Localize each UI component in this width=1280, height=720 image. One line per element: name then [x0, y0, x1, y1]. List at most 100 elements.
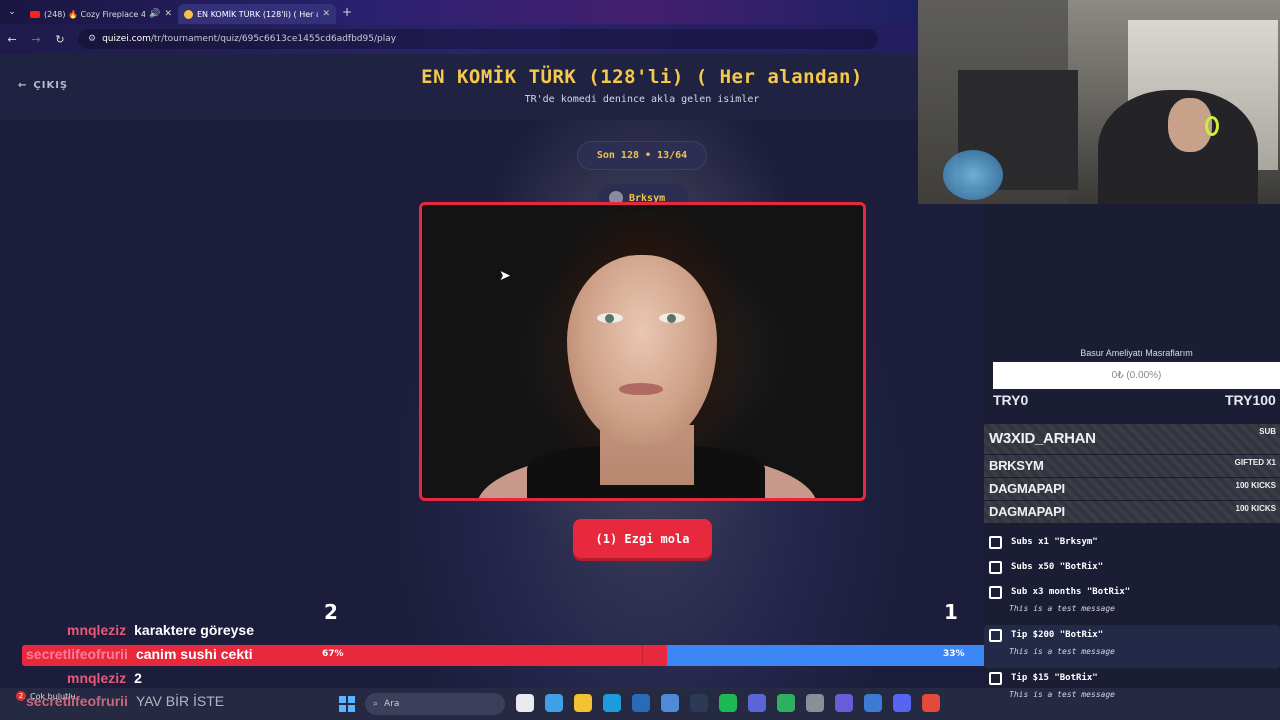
spotify-icon[interactable]	[719, 694, 737, 712]
chat-text: canim sushi cekti	[135, 646, 253, 662]
vote-right-percent: 33%	[943, 649, 965, 659]
event-user: DAGMAPAPI	[989, 504, 1065, 519]
speaker-icon[interactable]: 🔊	[149, 9, 160, 19]
event-row: W3XID_ARHAN SUB	[984, 424, 1280, 454]
webcam-feed	[918, 0, 1280, 204]
candidate-name-button[interactable]: (1) Ezgi mola	[573, 519, 712, 558]
youtube-icon	[30, 10, 40, 18]
app-icon[interactable]	[864, 694, 882, 712]
alert-item: Tip $15 "BotRix" This is a test message	[984, 668, 1280, 711]
goal-progress-bar: 0₺ (0.00%)	[993, 362, 1280, 389]
event-user: W3XID_ARHAN	[989, 430, 1096, 447]
chrome-icon[interactable]	[922, 694, 940, 712]
score-left: 2	[324, 600, 338, 624]
alert-title: Subs x1 "Brksym"	[1011, 537, 1098, 547]
tab-quizei[interactable]: EN KOMİK TÜRK (128'li) ( Her a ✕	[178, 4, 336, 24]
gift-icon	[989, 561, 1002, 574]
score-right: 1	[944, 600, 958, 624]
tab-title: (248) 🔥 Cozy Fireplace 4K	[44, 9, 146, 19]
teams-icon[interactable]	[748, 694, 766, 712]
copilot-icon[interactable]	[545, 694, 563, 712]
goal-progress-text: 0₺ (0.00%)	[1111, 370, 1162, 381]
candidate-photo[interactable]	[419, 202, 866, 501]
alert-item: Sub x3 months "BotRix" This is a test me…	[984, 582, 1280, 625]
edge-icon[interactable]	[603, 694, 621, 712]
goal-min-label: TRY0	[993, 392, 1029, 408]
chat-message: secretlifeofrurii canim sushi cekti	[26, 646, 253, 662]
goal-title: Basur Ameliyatı Masraflarım	[1080, 348, 1193, 358]
url-field[interactable]: ⚙ quizei.com/tr/tournament/quiz/695c6613…	[78, 29, 878, 49]
gift-icon	[989, 536, 1002, 549]
alert-title: Subs x50 "BotRix"	[1011, 562, 1104, 572]
chat-user: mnqleziz	[67, 622, 127, 638]
taskbar-search[interactable]: ⌕ Ara	[365, 693, 505, 715]
close-tab-icon[interactable]: ✕	[164, 9, 172, 19]
event-row: BRKSYM GIFTED X1	[984, 455, 1280, 477]
taskbar-apps	[516, 694, 940, 712]
app-icon[interactable]	[835, 694, 853, 712]
goal-max-label: TRY100	[1225, 392, 1276, 408]
url-host: quizei.com	[102, 34, 151, 44]
windows-start-icon[interactable]	[339, 696, 355, 712]
event-row: DAGMAPAPI 100 KICKS	[984, 478, 1280, 500]
alert-message: This is a test message	[1009, 647, 1115, 656]
browser-tabstrip: ⌄ (248) 🔥 Cozy Fireplace 4K 🔊 ✕ EN KOMİK…	[0, 0, 918, 24]
search-icon: ⌕	[373, 699, 379, 709]
alert-title: Tip $15 "BotRix"	[1011, 673, 1098, 683]
quiz-header: ← ÇIKIŞ EN KOMİK TÜRK (128'li) ( Her ala…	[0, 54, 918, 120]
file-explorer-icon[interactable]	[574, 694, 592, 712]
star-icon	[989, 586, 1002, 599]
store-icon[interactable]	[632, 694, 650, 712]
app-icon[interactable]	[777, 694, 795, 712]
event-user: DAGMAPAPI	[989, 481, 1065, 496]
alert-title: Tip $200 "BotRix"	[1011, 630, 1104, 640]
discord-icon[interactable]	[893, 694, 911, 712]
site-info-icon[interactable]: ⚙	[88, 34, 96, 44]
chat-message: mnqleziz 2	[67, 670, 142, 686]
chat-text: 2	[134, 670, 142, 686]
steam-icon[interactable]	[690, 694, 708, 712]
headset-icon	[1205, 116, 1219, 136]
quizei-favicon-icon	[184, 9, 193, 19]
chat-text: YAV BİR İSTE	[135, 693, 225, 709]
notification-badge: 2	[16, 691, 26, 701]
chat-user: secretlifeofrurii	[26, 693, 128, 709]
tab-search-chevron-icon[interactable]: ⌄	[0, 7, 24, 17]
new-tab-plus-icon[interactable]: +	[336, 5, 352, 19]
alert-item: Subs x50 "BotRix"	[984, 557, 1280, 582]
portrait-image	[422, 205, 863, 498]
alert-feed: Subs x1 "Brksym" Subs x50 "BotRix" Sub x…	[984, 532, 1280, 711]
chat-user: mnqleziz	[67, 670, 127, 686]
task-view-icon[interactable]	[516, 694, 534, 712]
mouse-cursor-icon: ➤	[499, 268, 511, 284]
recent-events: W3XID_ARHAN SUB BRKSYM GIFTED X1 DAGMAPA…	[984, 424, 1280, 524]
tab-title: EN KOMİK TÜRK (128'li) ( Her a	[197, 9, 319, 19]
event-type: 100 KICKS	[1235, 481, 1276, 490]
alert-item: Subs x1 "Brksym"	[984, 532, 1280, 557]
close-tab-icon[interactable]: ✕	[322, 9, 330, 19]
event-row: DAGMAPAPI 100 KICKS	[984, 501, 1280, 523]
app-icon[interactable]	[661, 694, 679, 712]
alert-message: This is a test message	[1009, 604, 1115, 613]
chat-user: secretlifeofrurii	[26, 646, 128, 662]
back-arrow-icon[interactable]: ←	[0, 33, 24, 46]
chat-text: karaktere göreyse	[134, 622, 254, 638]
event-type: SUB	[1259, 427, 1276, 436]
vote-divider	[642, 645, 643, 666]
lock-icon	[989, 672, 1002, 685]
settings-icon[interactable]	[806, 694, 824, 712]
lock-icon	[989, 629, 1002, 642]
round-indicator: Son 128 • 13/64	[577, 141, 707, 170]
reload-icon[interactable]: ↻	[48, 33, 72, 46]
alert-item: Tip $200 "BotRix" This is a test message	[984, 625, 1280, 668]
alert-title: Sub x3 months "BotRix"	[1011, 587, 1131, 597]
search-placeholder: Ara	[384, 699, 400, 709]
forward-arrow-icon[interactable]: →	[24, 33, 48, 46]
chat-message: secretlifeofrurii YAV BİR İSTE	[26, 693, 224, 709]
tab-youtube[interactable]: (248) 🔥 Cozy Fireplace 4K 🔊 ✕	[24, 4, 178, 24]
address-bar: ← → ↻ ⚙ quizei.com/tr/tournament/quiz/69…	[0, 24, 918, 54]
event-type: 100 KICKS	[1235, 504, 1276, 513]
vote-left-percent: 67%	[322, 649, 344, 659]
chat-message: mnqleziz karaktere göreyse	[67, 622, 254, 638]
event-type: GIFTED X1	[1234, 458, 1276, 467]
